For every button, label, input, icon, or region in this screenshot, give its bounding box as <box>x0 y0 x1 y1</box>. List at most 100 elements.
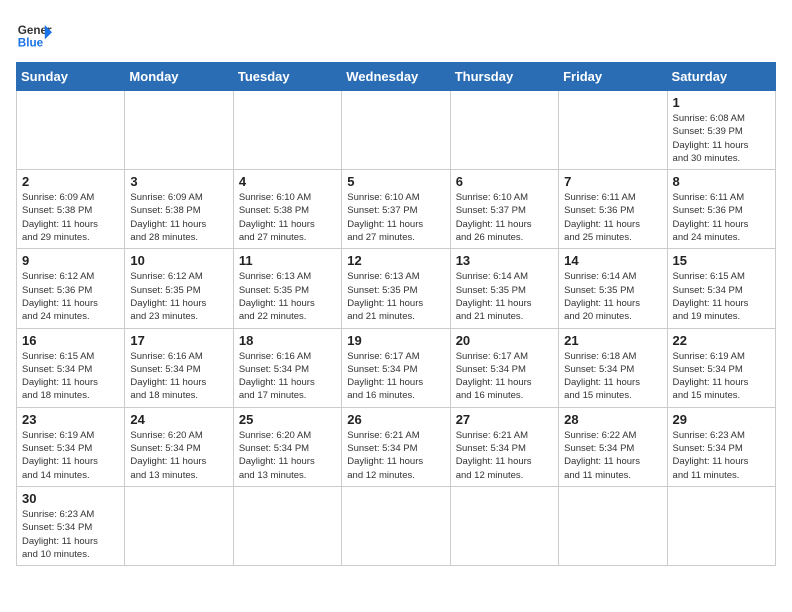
calendar-cell: 27 Sunrise: 6:21 AM Sunset: 5:34 PM Dayli… <box>450 407 558 486</box>
day-number: 2 <box>22 174 119 189</box>
calendar-cell <box>559 91 667 170</box>
day-number: 19 <box>347 333 444 348</box>
calendar-cell <box>125 91 233 170</box>
week-row-6: 30Sunrise: 6:23 AM Sunset: 5:34 PM Dayli… <box>17 486 776 565</box>
day-number: 3 <box>130 174 227 189</box>
day-number: 24 <box>130 412 227 427</box>
day-number: 10 <box>130 253 227 268</box>
calendar-cell: 26Sunrise: 6:21 AM Sunset: 5:34 PM Dayli… <box>342 407 450 486</box>
weekday-header-sunday: Sunday <box>17 63 125 91</box>
day-number: 27 <box>456 412 553 427</box>
week-row-5: 23 Sunrise: 6:19 AM Sunset: 5:34 PM Dayli… <box>17 407 776 486</box>
logo-icon: General Blue <box>16 16 52 52</box>
cell-info: Sunrise: 6:11 AM Sunset: 5:36 PM Dayligh… <box>564 191 661 244</box>
cell-info: Sunrise: 6:16 AM Sunset: 5:34 PM Dayligh… <box>239 350 336 403</box>
day-number: 21 <box>564 333 661 348</box>
calendar-cell <box>559 486 667 565</box>
cell-info: Sunrise: 6:23 AM Sunset: 5:34 PM Dayligh… <box>673 429 770 482</box>
calendar-cell <box>125 486 233 565</box>
cell-info: Sunrise: 6:17 AM Sunset: 5:34 PM Dayligh… <box>347 350 444 403</box>
cell-info: Sunrise: 6:12 AM Sunset: 5:35 PM Dayligh… <box>130 270 227 323</box>
cell-info: Sunrise: 6:16 AM Sunset: 5:34 PM Dayligh… <box>130 350 227 403</box>
cell-info: Sunrise: 6:20 AM Sunset: 5:34 PM Dayligh… <box>130 429 227 482</box>
calendar-cell <box>667 486 775 565</box>
day-number: 23 <box>22 412 119 427</box>
calendar-cell: 3 Sunrise: 6:09 AM Sunset: 5:38 PM Daylig… <box>125 170 233 249</box>
calendar-cell: 24 Sunrise: 6:20 AM Sunset: 5:34 PM Dayli… <box>125 407 233 486</box>
calendar-table: SundayMondayTuesdayWednesdayThursdayFrid… <box>16 62 776 566</box>
day-number: 28 <box>564 412 661 427</box>
weekday-header-tuesday: Tuesday <box>233 63 341 91</box>
calendar-cell: 18 Sunrise: 6:16 AM Sunset: 5:34 PM Dayli… <box>233 328 341 407</box>
cell-info: Sunrise: 6:08 AM Sunset: 5:39 PM Dayligh… <box>673 112 770 165</box>
day-number: 25 <box>239 412 336 427</box>
cell-info: Sunrise: 6:10 AM Sunset: 5:37 PM Dayligh… <box>456 191 553 244</box>
day-number: 15 <box>673 253 770 268</box>
calendar-cell: 21Sunrise: 6:18 AM Sunset: 5:34 PM Dayli… <box>559 328 667 407</box>
day-number: 17 <box>130 333 227 348</box>
calendar-cell <box>233 91 341 170</box>
calendar-cell: 16 Sunrise: 6:15 AM Sunset: 5:34 PM Dayli… <box>17 328 125 407</box>
weekday-header-friday: Friday <box>559 63 667 91</box>
day-number: 12 <box>347 253 444 268</box>
calendar-cell <box>342 91 450 170</box>
cell-info: Sunrise: 6:17 AM Sunset: 5:34 PM Dayligh… <box>456 350 553 403</box>
week-row-2: 2 Sunrise: 6:09 AM Sunset: 5:38 PM Daylig… <box>17 170 776 249</box>
calendar-cell: 14Sunrise: 6:14 AM Sunset: 5:35 PM Dayli… <box>559 249 667 328</box>
day-number: 29 <box>673 412 770 427</box>
cell-info: Sunrise: 6:09 AM Sunset: 5:38 PM Dayligh… <box>22 191 119 244</box>
day-number: 20 <box>456 333 553 348</box>
logo: General Blue <box>16 16 58 52</box>
calendar-cell: 9 Sunrise: 6:12 AM Sunset: 5:36 PM Daylig… <box>17 249 125 328</box>
svg-text:Blue: Blue <box>18 37 44 50</box>
calendar-cell: 12 Sunrise: 6:13 AM Sunset: 5:35 PM Dayli… <box>342 249 450 328</box>
calendar-cell: 2 Sunrise: 6:09 AM Sunset: 5:38 PM Daylig… <box>17 170 125 249</box>
cell-info: Sunrise: 6:12 AM Sunset: 5:36 PM Dayligh… <box>22 270 119 323</box>
weekday-header-thursday: Thursday <box>450 63 558 91</box>
week-row-4: 16 Sunrise: 6:15 AM Sunset: 5:34 PM Dayli… <box>17 328 776 407</box>
cell-info: Sunrise: 6:19 AM Sunset: 5:34 PM Dayligh… <box>22 429 119 482</box>
day-number: 18 <box>239 333 336 348</box>
day-number: 1 <box>673 95 770 110</box>
calendar-cell: 19 Sunrise: 6:17 AM Sunset: 5:34 PM Dayli… <box>342 328 450 407</box>
calendar-cell: 28 Sunrise: 6:22 AM Sunset: 5:34 PM Dayli… <box>559 407 667 486</box>
calendar-cell: 15Sunrise: 6:15 AM Sunset: 5:34 PM Dayli… <box>667 249 775 328</box>
cell-info: Sunrise: 6:19 AM Sunset: 5:34 PM Dayligh… <box>673 350 770 403</box>
day-number: 11 <box>239 253 336 268</box>
calendar-cell <box>342 486 450 565</box>
calendar-cell: 1 Sunrise: 6:08 AM Sunset: 5:39 PM Daylig… <box>667 91 775 170</box>
calendar-cell <box>450 91 558 170</box>
calendar-cell: 29 Sunrise: 6:23 AM Sunset: 5:34 PM Dayli… <box>667 407 775 486</box>
calendar-cell: 11 Sunrise: 6:13 AM Sunset: 5:35 PM Dayli… <box>233 249 341 328</box>
calendar-cell: 13 Sunrise: 6:14 AM Sunset: 5:35 PM Dayli… <box>450 249 558 328</box>
day-number: 5 <box>347 174 444 189</box>
cell-info: Sunrise: 6:10 AM Sunset: 5:38 PM Dayligh… <box>239 191 336 244</box>
day-number: 16 <box>22 333 119 348</box>
calendar-cell <box>17 91 125 170</box>
day-number: 13 <box>456 253 553 268</box>
calendar-cell: 30Sunrise: 6:23 AM Sunset: 5:34 PM Dayli… <box>17 486 125 565</box>
calendar-cell <box>450 486 558 565</box>
weekday-header-monday: Monday <box>125 63 233 91</box>
page-header: General Blue <box>16 16 776 52</box>
cell-info: Sunrise: 6:15 AM Sunset: 5:34 PM Dayligh… <box>22 350 119 403</box>
cell-info: Sunrise: 6:22 AM Sunset: 5:34 PM Dayligh… <box>564 429 661 482</box>
calendar-cell: 8Sunrise: 6:11 AM Sunset: 5:36 PM Daylig… <box>667 170 775 249</box>
calendar-cell: 23 Sunrise: 6:19 AM Sunset: 5:34 PM Dayli… <box>17 407 125 486</box>
calendar-cell: 25 Sunrise: 6:20 AM Sunset: 5:34 PM Dayli… <box>233 407 341 486</box>
cell-info: Sunrise: 6:11 AM Sunset: 5:36 PM Dayligh… <box>673 191 770 244</box>
cell-info: Sunrise: 6:13 AM Sunset: 5:35 PM Dayligh… <box>239 270 336 323</box>
calendar-cell: 22Sunrise: 6:19 AM Sunset: 5:34 PM Dayli… <box>667 328 775 407</box>
calendar-cell: 6Sunrise: 6:10 AM Sunset: 5:37 PM Daylig… <box>450 170 558 249</box>
cell-info: Sunrise: 6:10 AM Sunset: 5:37 PM Dayligh… <box>347 191 444 244</box>
cell-info: Sunrise: 6:13 AM Sunset: 5:35 PM Dayligh… <box>347 270 444 323</box>
weekday-header-saturday: Saturday <box>667 63 775 91</box>
cell-info: Sunrise: 6:20 AM Sunset: 5:34 PM Dayligh… <box>239 429 336 482</box>
calendar-cell: 5 Sunrise: 6:10 AM Sunset: 5:37 PM Daylig… <box>342 170 450 249</box>
day-number: 9 <box>22 253 119 268</box>
cell-info: Sunrise: 6:14 AM Sunset: 5:35 PM Dayligh… <box>456 270 553 323</box>
cell-info: Sunrise: 6:09 AM Sunset: 5:38 PM Dayligh… <box>130 191 227 244</box>
cell-info: Sunrise: 6:21 AM Sunset: 5:34 PM Dayligh… <box>456 429 553 482</box>
weekday-header-row: SundayMondayTuesdayWednesdayThursdayFrid… <box>17 63 776 91</box>
day-number: 14 <box>564 253 661 268</box>
